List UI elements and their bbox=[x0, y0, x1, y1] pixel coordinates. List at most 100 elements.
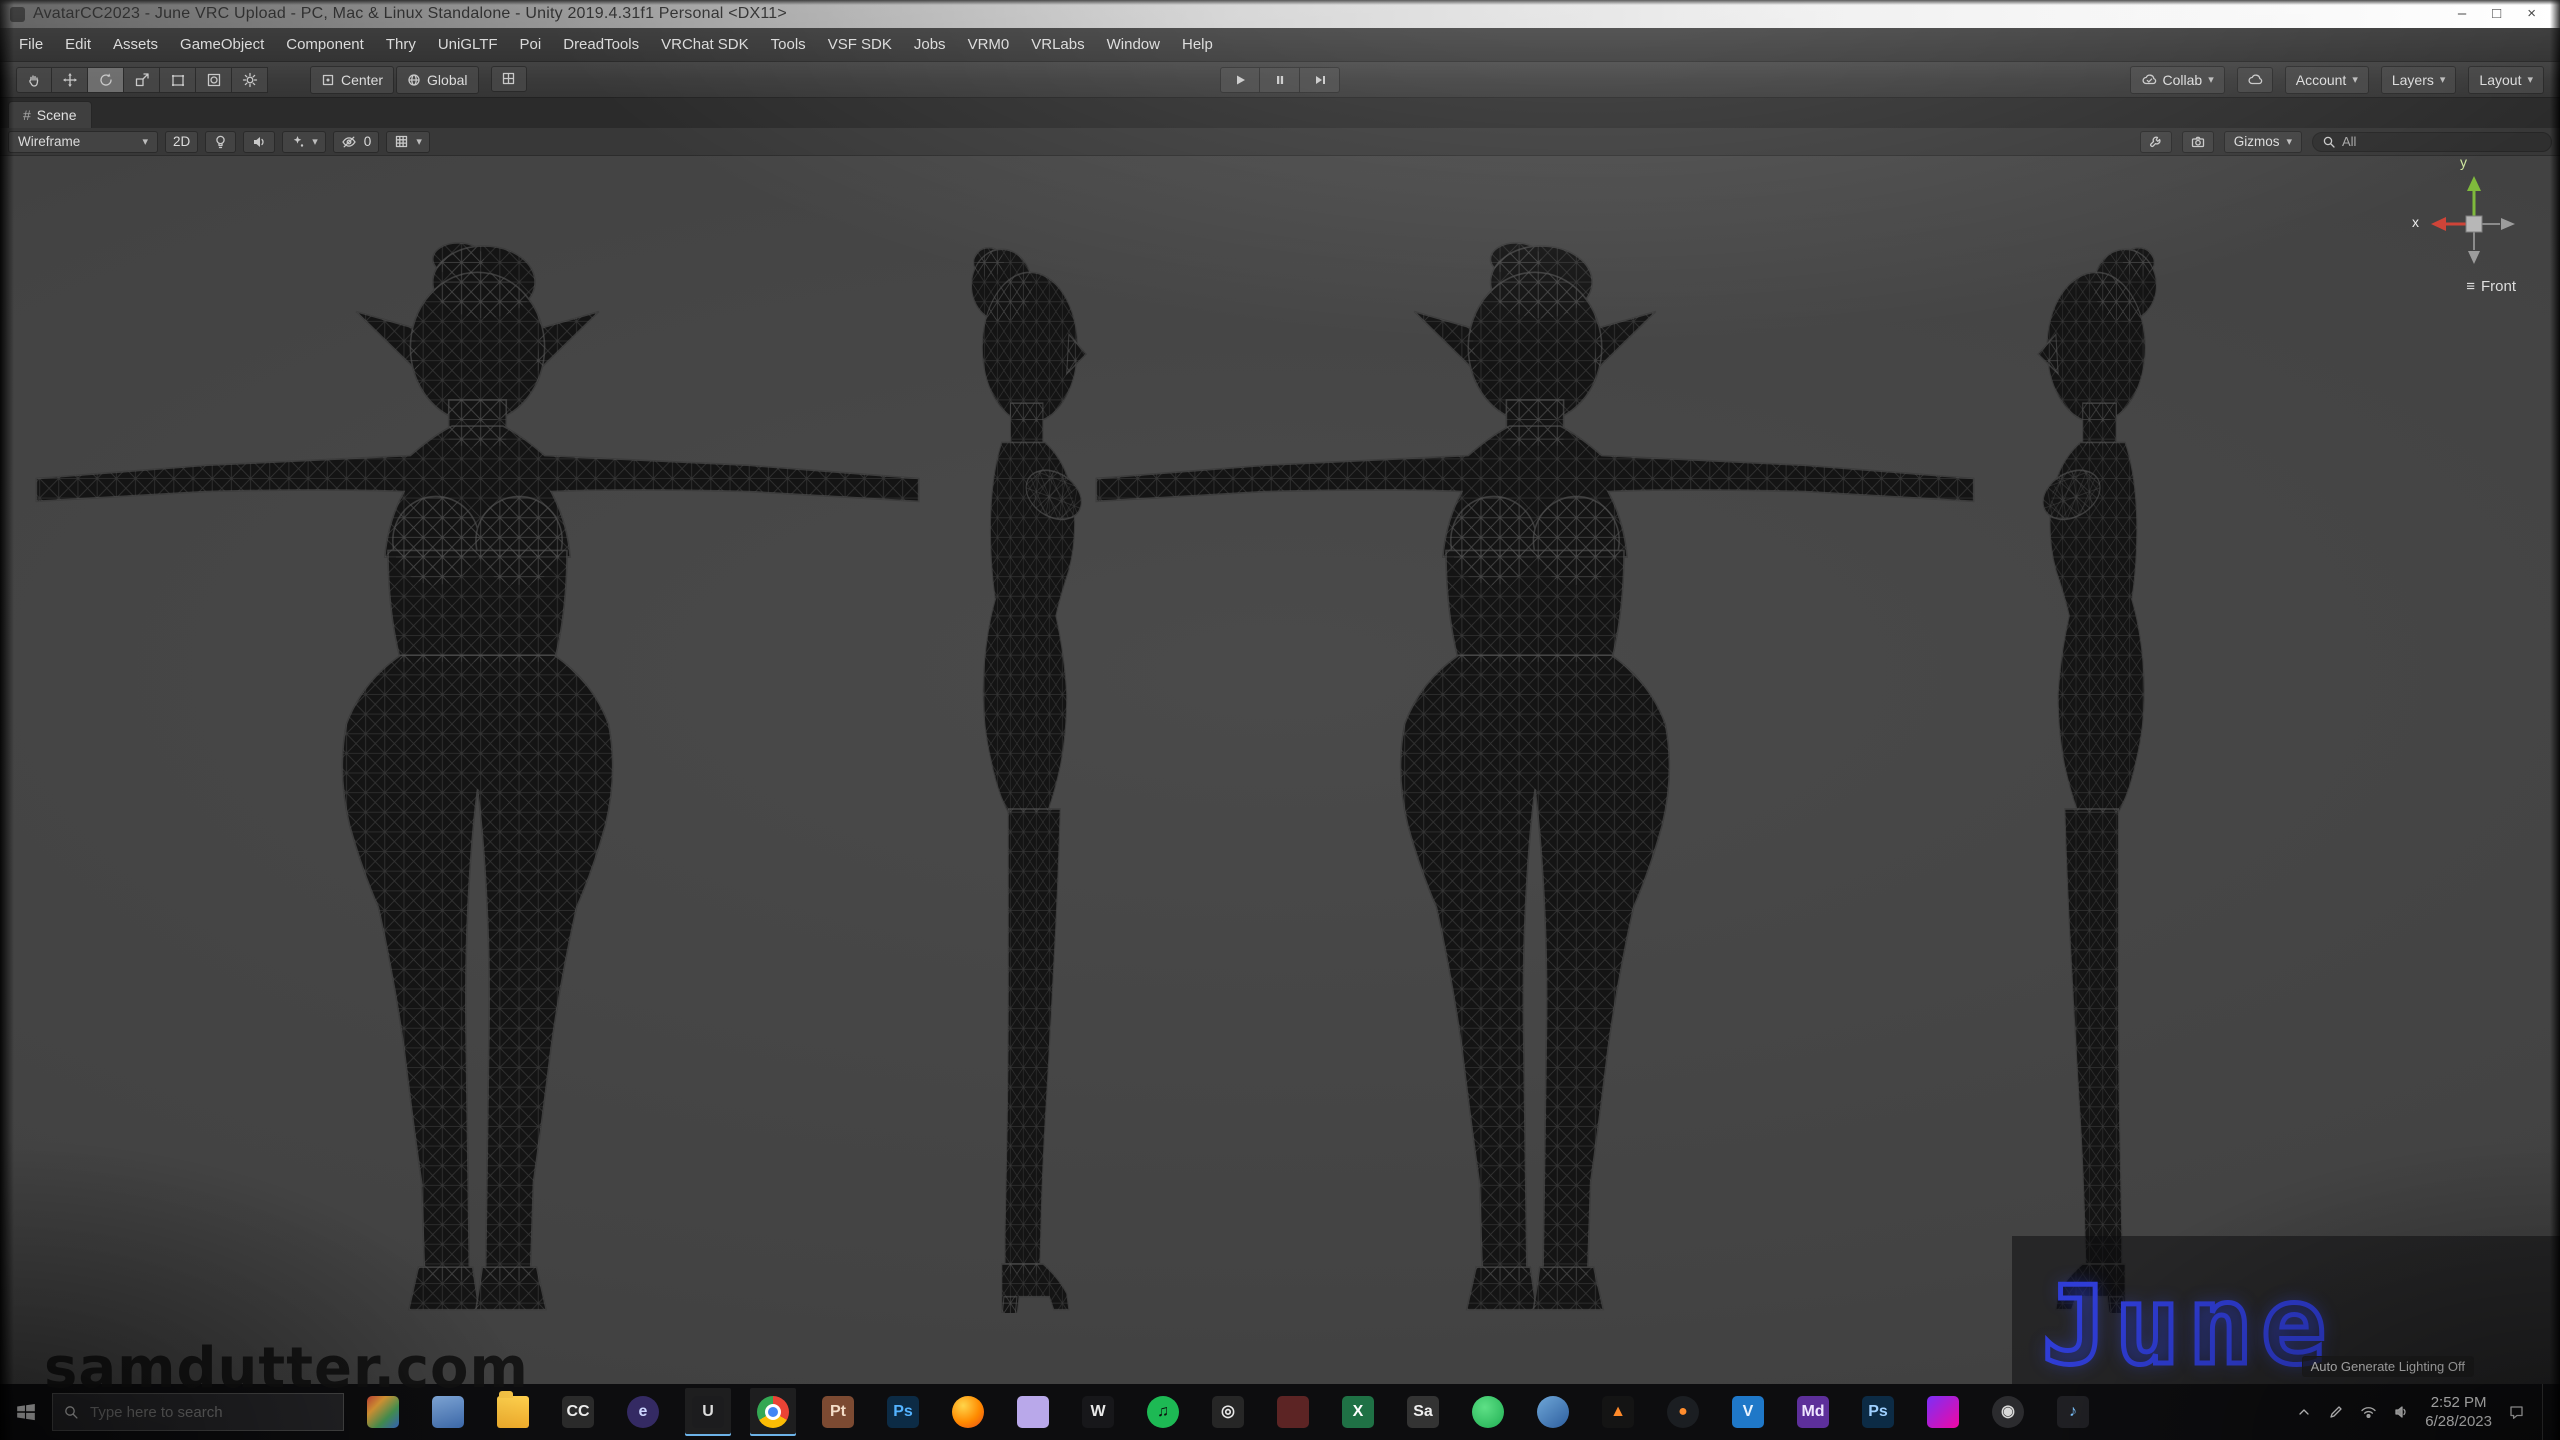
excel-button[interactable]: X bbox=[1335, 1388, 1381, 1436]
firefox-button[interactable] bbox=[945, 1388, 991, 1436]
md-app-button[interactable]: Md bbox=[1790, 1388, 1836, 1436]
dark-red-app-icon bbox=[1277, 1396, 1309, 1428]
collab-dropdown[interactable]: Collab ▾ bbox=[2130, 66, 2225, 94]
taskbar-search-input[interactable] bbox=[88, 1403, 322, 1422]
tab-scene[interactable]: # Scene bbox=[8, 101, 92, 128]
affinity-app-button[interactable]: ▲ bbox=[1595, 1388, 1641, 1436]
custom-tool-button[interactable] bbox=[232, 67, 268, 93]
tray-clock[interactable]: 2:52 PM 6/28/2023 bbox=[2425, 1393, 2492, 1432]
menu-vrchat-sdk[interactable]: VRChat SDK bbox=[650, 28, 760, 62]
pen-tray-icon[interactable] bbox=[2328, 1404, 2344, 1420]
close-button[interactable]: × bbox=[2527, 0, 2536, 28]
account-dropdown[interactable]: Account ▾ bbox=[2285, 66, 2369, 94]
wireframe-avatar-front[interactable] bbox=[30, 233, 925, 1313]
dark-red-app-button[interactable] bbox=[1270, 1388, 1316, 1436]
wireframe-avatar-side-left[interactable] bbox=[2000, 233, 2190, 1313]
auto-generate-lighting-toggle[interactable]: Auto Generate Lighting Off bbox=[2302, 1356, 2474, 1377]
move-icon bbox=[62, 72, 78, 88]
wolf-app-button[interactable]: W bbox=[1075, 1388, 1121, 1436]
rotate-tool-button[interactable] bbox=[88, 67, 124, 93]
action-center-icon[interactable] bbox=[2508, 1404, 2526, 1421]
shading-mode-dropdown[interactable]: Wireframe ▾ bbox=[8, 131, 158, 153]
hamburger-icon: ≡ bbox=[2466, 278, 2475, 295]
blender-button[interactable]: ● bbox=[1660, 1388, 1706, 1436]
photoshop-button[interactable]: Ps bbox=[880, 1388, 926, 1436]
shading-mode-label: Wireframe bbox=[18, 134, 80, 149]
scene-viewport[interactable]: June x y ≡ Front Auto Generate Lighting … bbox=[0, 156, 2560, 1384]
unity-editor-button[interactable]: U bbox=[685, 1388, 731, 1436]
menu-assets[interactable]: Assets bbox=[102, 28, 169, 62]
substance-sampler-button[interactable]: Sa bbox=[1400, 1388, 1446, 1436]
creative-cloud-button[interactable]: CC bbox=[555, 1388, 601, 1436]
music-app-button[interactable]: ♪ bbox=[2050, 1388, 2096, 1436]
layout-dropdown[interactable]: Layout ▾ bbox=[2468, 66, 2544, 94]
eclipse-button[interactable]: e bbox=[620, 1388, 666, 1436]
space-mode-label: Global bbox=[427, 72, 467, 88]
scene-visibility-button[interactable]: 0 bbox=[333, 131, 380, 153]
orientation-gizmo[interactable]: x y bbox=[2416, 162, 2526, 272]
menu-thry[interactable]: Thry bbox=[375, 28, 427, 62]
menu-vsf-sdk[interactable]: VSF SDK bbox=[817, 28, 903, 62]
minimize-button[interactable]: – bbox=[2458, 0, 2466, 28]
scene-search-field[interactable]: All bbox=[2312, 132, 2552, 152]
menu-poi[interactable]: Poi bbox=[509, 28, 553, 62]
spotify-button[interactable]: ♫ bbox=[1140, 1388, 1186, 1436]
scale-tool-button[interactable] bbox=[124, 67, 160, 93]
scene-camera-button[interactable] bbox=[2182, 131, 2214, 153]
wireframe-avatar-back[interactable] bbox=[1090, 233, 1980, 1313]
show-desktop-strip[interactable] bbox=[2542, 1384, 2550, 1440]
hand-tool-button[interactable] bbox=[16, 67, 52, 93]
scene-lighting-button[interactable] bbox=[205, 131, 236, 153]
scene-effects-dropdown[interactable]: ▾ bbox=[282, 131, 326, 153]
pivot-mode-button[interactable]: Center bbox=[310, 66, 394, 94]
chrome-button[interactable] bbox=[750, 1388, 796, 1436]
vscode-button[interactable]: V bbox=[1725, 1388, 1771, 1436]
cloud-services-button[interactable] bbox=[2237, 67, 2273, 93]
menu-edit[interactable]: Edit bbox=[54, 28, 102, 62]
scene-tools-button[interactable] bbox=[2140, 131, 2172, 153]
snap-settings-button[interactable] bbox=[491, 66, 527, 92]
menu-tools[interactable]: Tools bbox=[760, 28, 817, 62]
view-mode-label[interactable]: ≡ Front bbox=[2466, 278, 2516, 295]
play-button[interactable] bbox=[1220, 67, 1260, 93]
chevron-down-icon: ▾ bbox=[2527, 73, 2533, 86]
move-tool-button[interactable] bbox=[52, 67, 88, 93]
toolbar-right-cluster: Collab ▾ Account ▾ Layers ▾ Layout ▾ bbox=[2130, 66, 2545, 94]
search-icon bbox=[63, 1404, 79, 1420]
messenger-green-button[interactable] bbox=[1465, 1388, 1511, 1436]
camera-social-app-button[interactable]: ◎ bbox=[1205, 1388, 1251, 1436]
menu-vrm0[interactable]: VRM0 bbox=[957, 28, 1021, 62]
layers-dropdown[interactable]: Layers ▾ bbox=[2381, 66, 2457, 94]
photoshop-beta-button[interactable]: Ps bbox=[1855, 1388, 1901, 1436]
spotify-icon: ♫ bbox=[1147, 1396, 1179, 1428]
menu-dreadtools[interactable]: DreadTools bbox=[552, 28, 650, 62]
gradient-social-button[interactable] bbox=[1920, 1388, 1966, 1436]
menu-unigltf[interactable]: UniGLTF bbox=[427, 28, 509, 62]
scene-grid-dropdown[interactable]: ▾ bbox=[386, 131, 430, 153]
pause-button[interactable] bbox=[1260, 67, 1300, 93]
substance-painter-button[interactable]: Pt bbox=[815, 1388, 861, 1436]
step-button[interactable] bbox=[1300, 67, 1340, 93]
chevron-up-icon[interactable] bbox=[2296, 1404, 2312, 1420]
transform-tool-button[interactable] bbox=[196, 67, 232, 93]
menu-component[interactable]: Component bbox=[275, 28, 375, 62]
gizmos-dropdown[interactable]: Gizmos ▾ bbox=[2224, 131, 2302, 153]
2d-toggle-button[interactable]: 2D bbox=[165, 131, 198, 153]
scene-tab-icon: # bbox=[23, 107, 31, 123]
axis-x-label: x bbox=[2412, 214, 2419, 230]
rect-tool-button[interactable] bbox=[160, 67, 196, 93]
volume-icon[interactable] bbox=[2393, 1404, 2409, 1420]
menu-vrlabs[interactable]: VRLabs bbox=[1020, 28, 1095, 62]
webcam-app-button[interactable]: ◉ bbox=[1985, 1388, 2031, 1436]
scene-audio-button[interactable] bbox=[243, 131, 275, 153]
purple-app-button[interactable] bbox=[1010, 1388, 1056, 1436]
maximize-button[interactable]: □ bbox=[2492, 0, 2501, 28]
menu-file[interactable]: File bbox=[8, 28, 54, 62]
blue-swirl-app-button[interactable] bbox=[1530, 1388, 1576, 1436]
menu-jobs[interactable]: Jobs bbox=[903, 28, 957, 62]
menu-gameobject[interactable]: GameObject bbox=[169, 28, 275, 62]
space-mode-button[interactable]: Global bbox=[396, 66, 478, 94]
menu-help[interactable]: Help bbox=[1171, 28, 1224, 62]
menu-window[interactable]: Window bbox=[1096, 28, 1171, 62]
wifi-icon[interactable] bbox=[2360, 1404, 2377, 1420]
